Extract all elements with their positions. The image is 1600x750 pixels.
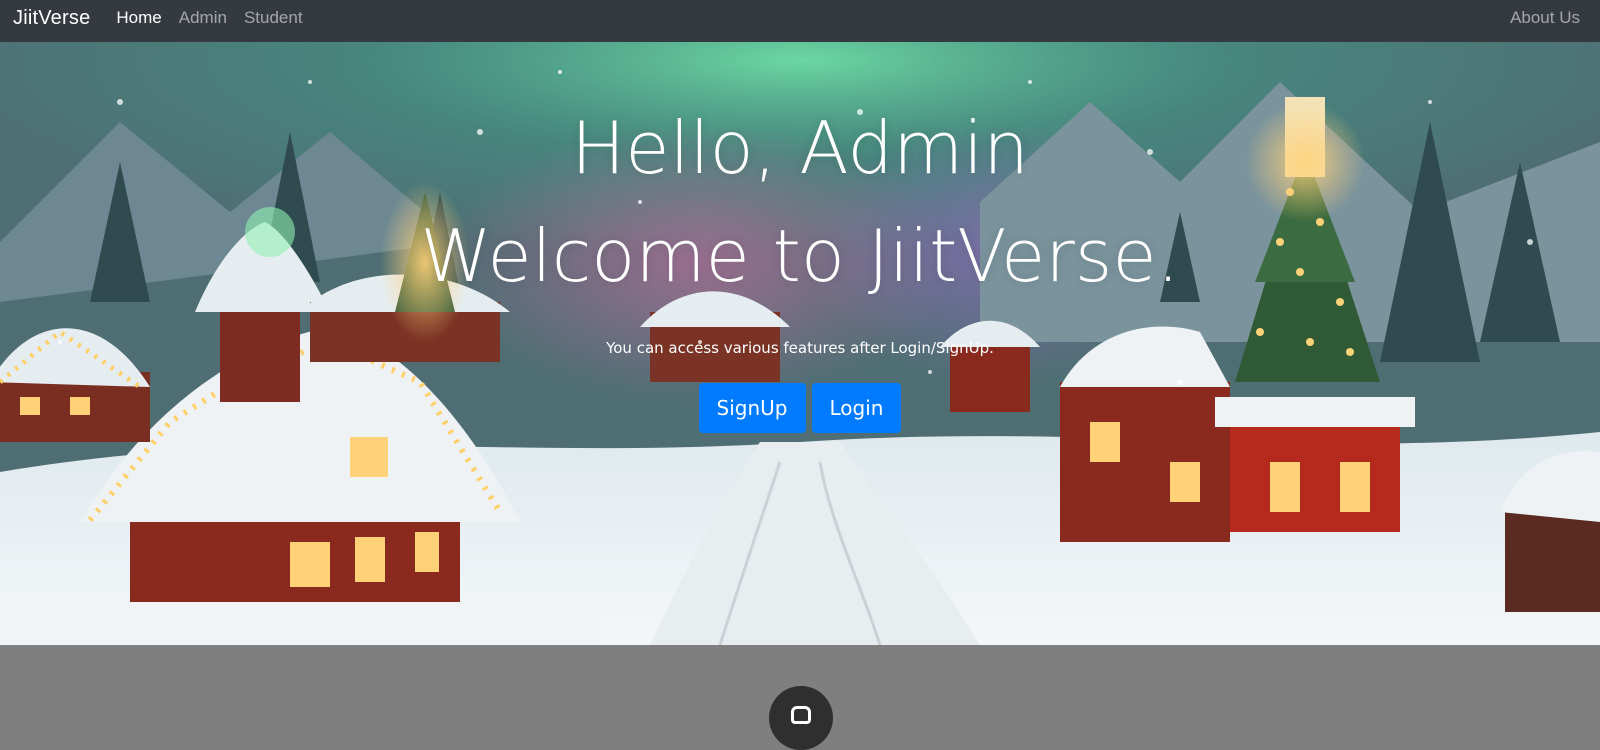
user-icon-glyph [791, 706, 811, 724]
nav-about-us[interactable]: About Us [1510, 8, 1580, 28]
hero-content: Hello, Admin Welcome to JiitVerse. You c… [0, 42, 1600, 645]
user-icon [769, 686, 833, 750]
nav-admin[interactable]: Admin [179, 8, 227, 28]
nav-home[interactable]: Home [116, 8, 161, 28]
lead-text: You can access various features after Lo… [606, 339, 994, 357]
welcome-heading: Welcome to JiitVerse. [420, 214, 1180, 298]
login-button[interactable]: Login [811, 383, 902, 433]
nav-student[interactable]: Student [244, 8, 303, 28]
top-navbar: JiitVerse Home Admin Student About Us [0, 0, 1600, 42]
auth-button-group: SignUp Login [0, 383, 1600, 433]
signup-button[interactable]: SignUp [698, 383, 806, 433]
greeting-heading: Hello, Admin [571, 106, 1029, 190]
brand-logo[interactable]: JiitVerse [13, 7, 90, 30]
hero-section: Hello, Admin Welcome to JiitVerse. You c… [0, 42, 1600, 645]
